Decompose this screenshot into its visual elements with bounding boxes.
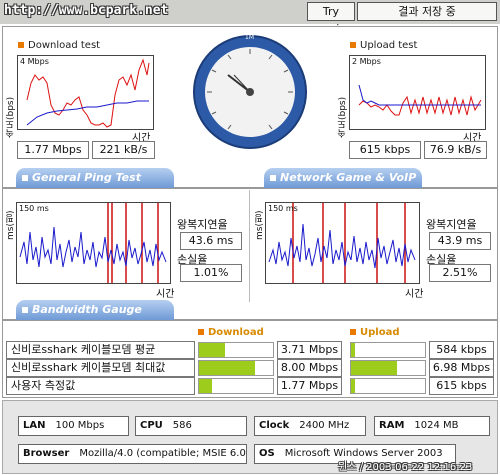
bandwidth-row-user-up: 615 kbps	[429, 377, 494, 395]
upload-kbs: 76.9 kB/s	[424, 141, 487, 159]
bandwidth-row-max-down: 8.00 Mbps	[277, 359, 342, 377]
tab-general-ping[interactable]: General Ping Test	[16, 168, 174, 188]
tab-bandwidth-gauge[interactable]: Bandwidth Gauge	[16, 300, 174, 320]
ping2-rtt-label: 왕복지연율	[426, 218, 477, 231]
upload-title: Upload test	[350, 40, 417, 51]
site-logo: http://www.bcpark.net	[4, 3, 169, 18]
ping1-ymax: 150 ms	[19, 204, 49, 213]
upload-ylabel: 속도(bps)	[338, 96, 348, 138]
ping1-chart	[16, 202, 171, 284]
ping1-loss-value: 1.01%	[180, 264, 242, 282]
ping1-xlabel: 시간	[156, 289, 175, 300]
upload-kbps: 615 kbps	[349, 141, 421, 159]
bandwidth-row-user-label: 사용자 측정값	[6, 377, 195, 395]
download-mbps: 1.77 Mbps	[17, 141, 89, 159]
try-again-button[interactable]: Try again	[307, 2, 355, 35]
footer-timestamp: 윈스 / 2003-06-22 12:16:23	[338, 462, 473, 473]
ping2-rtt-value: 43.9 ms	[429, 232, 491, 250]
bandwidth-row-avg-label: 신비로sshark 케이블모뎀 평균	[6, 341, 195, 359]
browser-info: Browser Mozilla/4.0 (compatible; MSIE 6.0	[18, 444, 247, 464]
bandwidth-row-user-up-bar	[350, 378, 426, 394]
ping2-ymax: 150 ms	[268, 204, 298, 213]
ping2-xlabel: 시간	[405, 289, 424, 300]
bandwidth-upload-header: Upload	[350, 327, 399, 338]
bandwidth-row-max-down-bar	[198, 360, 274, 376]
bandwidth-row-avg-down: 3.71 Mbps	[277, 341, 342, 359]
download-ylabel: 속도(bps)	[6, 96, 16, 138]
speed-gauge	[193, 35, 307, 149]
ping-divider	[249, 190, 250, 302]
bandwidth-row-avg-up: 584 kbps	[429, 341, 494, 359]
download-title: Download test	[18, 40, 100, 51]
bandwidth-row-user-down: 1.77 Mbps	[277, 377, 342, 395]
download-chart	[17, 55, 154, 130]
gauge-tick-top: 1M	[245, 34, 254, 41]
tab-network-game-voip[interactable]: Network Game & VoIP Test	[264, 168, 422, 204]
bandwidth-row-max-label: 신비로sshark 케이블모뎀 최대값	[6, 359, 195, 377]
ping2-chart	[265, 202, 420, 284]
ping1-rtt-label: 왕복지연율	[177, 218, 228, 231]
bandwidth-download-header: Download	[198, 327, 264, 338]
ping1-rtt-value: 43.6 ms	[180, 232, 242, 250]
upload-ymax: 2 Mbps	[352, 57, 381, 66]
download-kbs: 221 kB/s	[92, 141, 155, 159]
bandwidth-row-avg-down-bar	[198, 342, 274, 358]
upload-chart	[349, 55, 486, 130]
ram-info: RAM 1024 MB	[374, 416, 490, 436]
clock-info: Clock 2400 MHz	[254, 416, 366, 436]
cpu-info: CPU 586	[135, 416, 247, 436]
ping2-loss-value: 2.51%	[429, 264, 491, 282]
save-result-status: 결과 저장 중	[357, 2, 497, 21]
lan-info: LAN 100 Mbps	[18, 416, 129, 436]
bandwidth-row-avg-up-bar	[350, 342, 426, 358]
download-ymax: 4 Mbps	[20, 57, 49, 66]
bandwidth-row-max-up-bar	[350, 360, 426, 376]
bandwidth-row-max-up: 6.98 Mbps	[429, 359, 494, 377]
bandwidth-row-user-down-bar	[198, 378, 274, 394]
